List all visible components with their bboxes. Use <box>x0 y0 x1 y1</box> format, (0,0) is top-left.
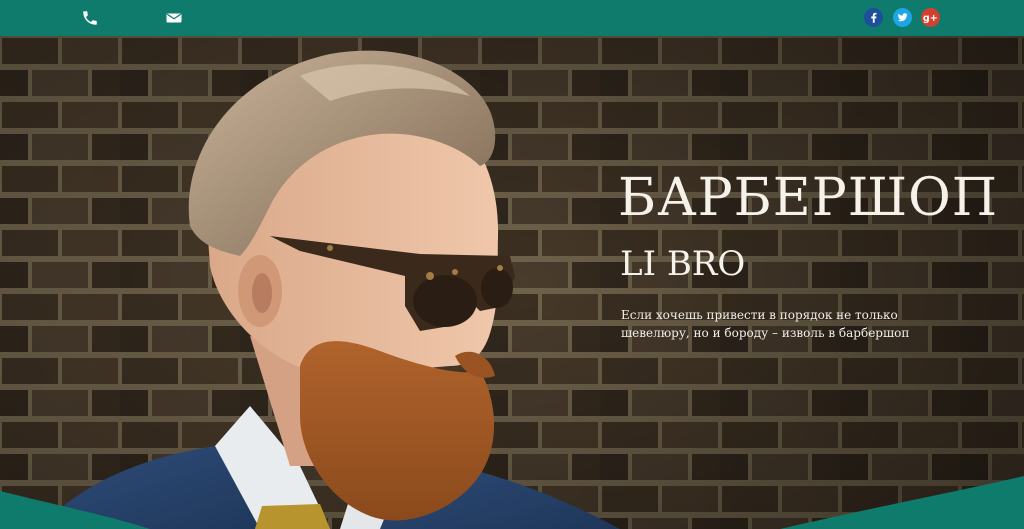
hero-title: БАРБЕРШОП <box>618 168 999 228</box>
hero-subtitle: LI BRO <box>620 244 746 284</box>
twitter-icon[interactable] <box>893 8 912 27</box>
phone-icon[interactable] <box>81 9 99 27</box>
top-bar: g+ <box>0 0 1024 36</box>
hero-banner: БАРБЕРШОП LI BRO Если хочешь привести в … <box>0 36 1024 529</box>
mail-icon[interactable] <box>165 9 183 27</box>
barber-model-illustration <box>40 50 620 529</box>
google-plus-icon[interactable]: g+ <box>921 8 940 27</box>
hero-description: Если хочешь привести в порядок не только… <box>621 308 910 340</box>
svg-text:g+: g+ <box>923 13 938 24</box>
facebook-icon[interactable] <box>864 8 883 27</box>
